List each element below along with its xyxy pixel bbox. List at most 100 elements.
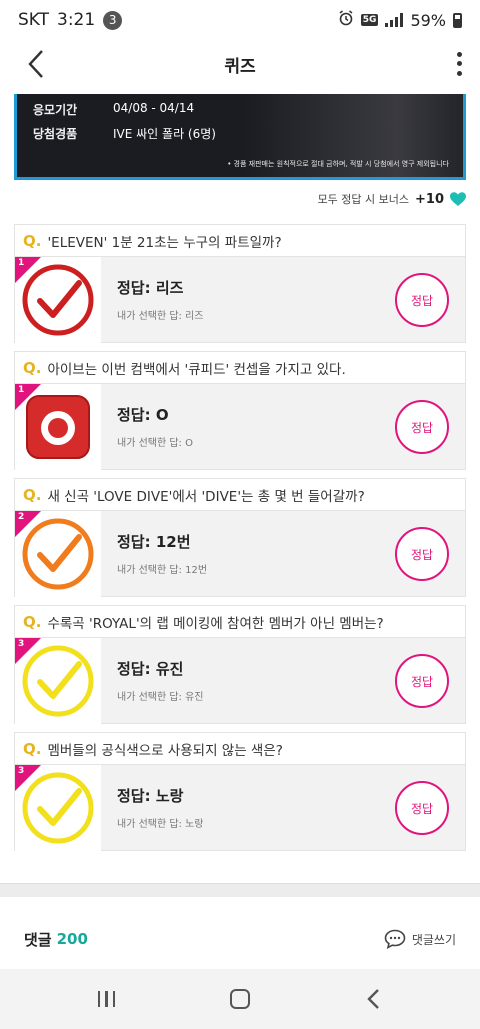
comment-label: 댓글 — [24, 930, 52, 949]
correct-answer: 정답: 12번 — [117, 533, 191, 551]
banner-period-key: 응모기간 — [33, 103, 78, 117]
answer-button[interactable]: 정답 — [395, 527, 449, 581]
clock: 3:21 — [57, 10, 96, 30]
question-text: 새 신곡 'LOVE DIVE'에서 'DIVE'는 총 몇 번 들어갈까? — [47, 488, 365, 505]
answer-row: 3 정답: 노랑 내가 선택한 답: 노랑 정답 — [14, 765, 466, 851]
selected-answer: 내가 선택한 답: 노랑 — [117, 819, 204, 830]
status-right: 5G 59% — [338, 10, 462, 30]
answer-row: 1 정답: O 내가 선택한 답: O 정답 — [14, 384, 466, 470]
question-bar: Q. 아이브는 이번 컴백에서 '큐피드' 컨셉을 가지고 있다. — [14, 351, 466, 384]
answer-button[interactable]: 정답 — [395, 781, 449, 835]
quiz-item: Q. 'ELEVEN' 1분 21초는 누구의 파트일까? 1 정답: 리즈 내… — [14, 224, 466, 343]
question-prefix: Q. — [23, 358, 42, 377]
selected-answer: 내가 선택한 답: O — [117, 438, 193, 449]
question-bar: Q. 수록곡 'ROYAL'의 랩 메이킹에 참여한 멤버가 아닌 멤버는? — [14, 605, 466, 638]
answer-button[interactable]: 정답 — [395, 273, 449, 327]
answer-button[interactable]: 정답 — [395, 654, 449, 708]
notification-count-badge: 3 — [103, 10, 123, 30]
carrier: SKT — [18, 10, 50, 30]
event-banner[interactable]: 응모기간 04/08 - 04/14 당첨경품 IVE 싸인 폴라 (6명) •… — [14, 94, 466, 180]
correct-answer: 정답: 유진 — [117, 660, 184, 678]
correct-answer: 정답: 리즈 — [117, 279, 184, 297]
write-comment-label: 댓글쓰기 — [411, 932, 456, 947]
more-dot-icon — [456, 52, 462, 58]
home-icon — [229, 989, 250, 1009]
app-header: 퀴즈 — [0, 40, 480, 88]
section-divider — [0, 883, 480, 897]
yellow-check-icon: 3 — [15, 638, 101, 724]
answer-text: 정답: 12번 내가 선택한 답: 12번 — [117, 531, 207, 576]
comment-count: 200 — [56, 930, 88, 948]
question-prefix: Q. — [23, 485, 42, 504]
answer-text: 정답: 리즈 내가 선택한 답: 리즈 — [117, 277, 204, 322]
quiz-list: Q. 'ELEVEN' 1분 21초는 누구의 파트일까? 1 정답: 리즈 내… — [14, 224, 466, 859]
answer-row: 3 정답: 유진 내가 선택한 답: 유진 정답 — [14, 638, 466, 724]
answer-button[interactable]: 정답 — [395, 400, 449, 454]
red-check-icon: 1 — [15, 257, 101, 343]
back-button[interactable] — [22, 50, 50, 78]
banner-row-prize: 당첨경품 IVE 싸인 폴라 (6명) — [33, 125, 216, 142]
level-number: 1 — [18, 258, 25, 268]
heart-icon — [450, 191, 466, 207]
system-back-button[interactable] — [353, 979, 393, 1019]
question-prefix: Q. — [23, 231, 42, 250]
question-text: 멤버들의 공식색으로 사용되지 않는 색은? — [47, 742, 283, 759]
question-text: 수록곡 'ROYAL'의 랩 메이킹에 참여한 멤버가 아닌 멤버는? — [47, 615, 384, 632]
banner-prize-key: 당첨경품 — [33, 127, 78, 141]
status-left: SKT 3:21 3 — [18, 10, 123, 30]
page-title: 퀴즈 — [224, 56, 256, 77]
answer-row: 1 정답: 리즈 내가 선택한 답: 리즈 정답 — [14, 257, 466, 343]
banner-row-period: 응모기간 04/08 - 04/14 — [33, 101, 194, 118]
more-dot-icon — [456, 61, 462, 67]
bonus-value: +10 — [415, 191, 444, 207]
selected-answer: 내가 선택한 답: 유진 — [117, 692, 204, 703]
signal-icon — [385, 13, 404, 27]
home-button[interactable] — [220, 979, 260, 1019]
question-prefix: Q. — [23, 739, 42, 758]
question-text: 아이브는 이번 컴백에서 '큐피드' 컨셉을 가지고 있다. — [47, 361, 346, 378]
level-number: 3 — [18, 766, 25, 776]
answer-text: 정답: 노랑 내가 선택한 답: 노랑 — [117, 785, 204, 830]
answer-row: 2 정답: 12번 내가 선택한 답: 12번 정답 — [14, 511, 466, 597]
comment-bar: 댓글 200 댓글쓰기 — [0, 910, 480, 968]
quiz-item: Q. 새 신곡 'LOVE DIVE'에서 'DIVE'는 총 몇 번 들어갈까… — [14, 478, 466, 597]
recents-icon — [97, 991, 116, 1007]
write-comment-button[interactable]: 댓글쓰기 — [384, 929, 456, 949]
bonus-label: 모두 정답 시 보너스 — [317, 193, 410, 206]
battery-percent: 59% — [410, 10, 446, 30]
more-dot-icon — [456, 70, 462, 76]
network-type: 5G — [360, 14, 379, 26]
quiz-item: Q. 아이브는 이번 컴백에서 '큐피드' 컨셉을 가지고 있다. 1 정답: … — [14, 351, 466, 470]
status-bar: SKT 3:21 3 5G 59% — [0, 0, 480, 40]
system-nav-bar — [0, 969, 480, 1029]
speech-bubble-icon — [384, 929, 406, 949]
question-prefix: Q. — [23, 612, 42, 631]
banner-prize-value: IVE 싸인 폴라 (6명) — [113, 127, 216, 141]
level-number: 2 — [18, 512, 25, 522]
selected-answer: 내가 선택한 답: 12번 — [117, 565, 208, 576]
level-number: 1 — [18, 385, 25, 395]
question-bar: Q. 새 신곡 'LOVE DIVE'에서 'DIVE'는 총 몇 번 들어갈까… — [14, 478, 466, 511]
bonus-info: 모두 정답 시 보너스 +10 — [318, 191, 466, 207]
selected-answer: 내가 선택한 답: 리즈 — [117, 311, 204, 322]
question-text: 'ELEVEN' 1분 21초는 누구의 파트일까? — [47, 234, 282, 251]
answer-text: 정답: 유진 내가 선택한 답: 유진 — [117, 658, 204, 703]
level-number: 3 — [18, 639, 25, 649]
question-bar: Q. 멤버들의 공식색으로 사용되지 않는 색은? — [14, 732, 466, 765]
alarm-icon — [338, 10, 354, 30]
correct-answer: 정답: O — [117, 406, 169, 424]
orange-check-icon: 2 — [15, 511, 101, 597]
more-options-button[interactable] — [454, 50, 464, 78]
chevron-left-icon — [28, 50, 43, 78]
correct-answer: 정답: 노랑 — [117, 787, 184, 805]
banner-note: • 경품 재판매는 원칙적으로 절대 금하며, 적발 시 당첨에서 영구 제외됩… — [227, 160, 449, 168]
battery-icon — [453, 12, 462, 28]
chevron-left-icon — [367, 989, 380, 1009]
recents-button[interactable] — [87, 979, 127, 1019]
red-o-button-icon: 1 — [15, 384, 101, 470]
answer-text: 정답: O 내가 선택한 답: O — [117, 404, 193, 449]
yellow-check-icon: 3 — [15, 765, 101, 851]
question-bar: Q. 'ELEVEN' 1분 21초는 누구의 파트일까? — [14, 224, 466, 257]
quiz-item: Q. 멤버들의 공식색으로 사용되지 않는 색은? 3 정답: 노랑 내가 선택… — [14, 732, 466, 851]
quiz-item: Q. 수록곡 'ROYAL'의 랩 메이킹에 참여한 멤버가 아닌 멤버는? 3… — [14, 605, 466, 724]
